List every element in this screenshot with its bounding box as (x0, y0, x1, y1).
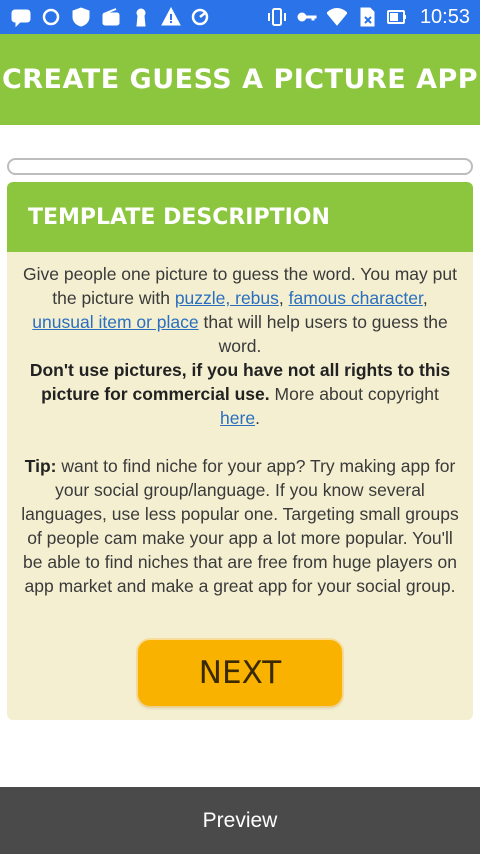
copyright-paragraph: Don't use pictures, if you have not all … (21, 358, 459, 430)
keyhole-icon (130, 6, 152, 28)
next-button[interactable]: NEXT (138, 640, 342, 706)
sync-icon (40, 6, 62, 28)
preview-button[interactable]: Preview (0, 787, 480, 854)
description-paragraph: Give people one picture to guess the wor… (21, 262, 459, 358)
wifi-icon (326, 6, 348, 28)
copyright-here-link[interactable]: here (220, 408, 255, 428)
radio-icon (100, 6, 122, 28)
no-sim-icon (356, 6, 378, 28)
description-text-2: that will help users to guess the word. (198, 312, 448, 356)
card-header: TEMPLATE DESCRIPTION (7, 182, 473, 252)
card-title: TEMPLATE DESCRIPTION (28, 204, 330, 230)
vibrate-icon (266, 6, 288, 28)
tip-paragraph: Tip: want to find niche for your app? Tr… (21, 454, 459, 598)
card-body: Give people one picture to guess the wor… (7, 252, 473, 598)
tip-label: Tip: (24, 456, 57, 476)
download-speed-icon (190, 6, 212, 28)
status-time: 10:53 (419, 5, 470, 28)
status-bar: 10:53 (0, 0, 480, 34)
battery-icon (386, 6, 408, 28)
key-icon (296, 6, 318, 28)
unusual-item-link[interactable]: unusual item or place (32, 312, 198, 332)
app-header: CREATE GUESS A PICTURE APP (0, 34, 480, 125)
comma-1: , (278, 288, 289, 308)
progress-bar (7, 158, 473, 175)
copyright-period: . (255, 408, 260, 428)
template-description-card: TEMPLATE DESCRIPTION Give people one pic… (7, 182, 473, 720)
tip-text: want to find niche for your app? Try mak… (21, 456, 459, 596)
status-icons-left (10, 6, 212, 28)
famous-character-link[interactable]: famous character (289, 288, 423, 308)
warning-icon (160, 6, 182, 28)
status-icons-right: 10:53 (266, 6, 470, 29)
page-title: CREATE GUESS A PICTURE APP (1, 64, 479, 95)
message-icon (10, 6, 32, 28)
shield-icon (70, 6, 92, 28)
puzzle-rebus-link[interactable]: puzzle, rebus (175, 288, 279, 308)
copyright-text: More about copyright (269, 384, 439, 404)
comma-2: , (422, 288, 428, 308)
